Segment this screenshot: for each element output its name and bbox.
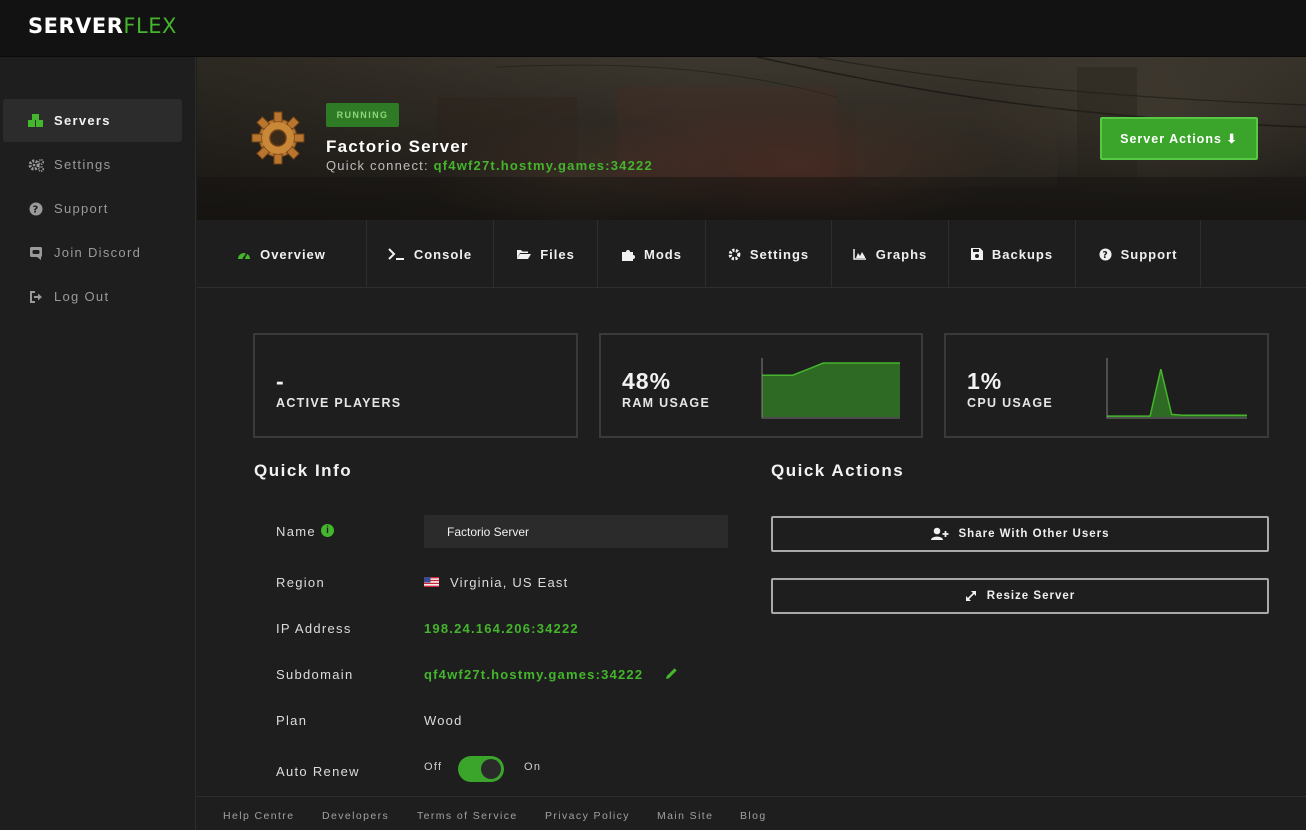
factorio-gear-icon [251,111,305,165]
user-plus-icon [930,527,949,541]
folder-open-icon [516,248,532,260]
server-tabs: Overview Console Files Mods Settings Gra… [197,220,1306,288]
toggle-knob [481,759,501,779]
footer-link-terms[interactable]: Terms of Service [417,810,518,822]
footer-link-main-site[interactable]: Main Site [657,810,713,822]
ram-usage-value: 48% [622,368,672,394]
question-circle-icon: ? [28,202,44,216]
puzzle-icon [621,247,636,261]
toggle-off-label: Off [424,761,443,773]
tab-files[interactable]: Files [494,220,598,288]
terminal-icon [388,248,405,260]
sidebar-item-label: Support [54,201,109,216]
cpu-usage-label: CPU USAGE [967,396,1054,410]
ip-address-value[interactable]: 198.24.164.206:34222 [424,621,579,636]
active-players-value: - [276,368,285,394]
subdomain-value[interactable]: qf4wf27t.hostmy.games:34222 [424,667,643,682]
cubes-icon [28,113,44,128]
region-value: Virginia, US East [450,575,569,590]
plan-label: Plan [276,713,308,728]
server-title: Factorio Server [326,137,469,156]
ram-usage-card: 48% RAM USAGE [599,333,923,438]
top-bar: SERVERFLEX [0,0,1306,57]
tab-console[interactable]: Console [367,220,494,288]
sidebar-item-log-out[interactable]: Log Out [3,275,182,318]
share-with-users-button[interactable]: Share With Other Users [771,516,1269,552]
server-actions-button[interactable]: Server Actions ⬇ [1100,117,1258,160]
save-icon [970,248,983,260]
name-label: Name [276,524,316,539]
sidebar-item-settings[interactable]: Settings [3,143,182,186]
footer-link-developers[interactable]: Developers [322,810,389,822]
footer-link-privacy[interactable]: Privacy Policy [545,810,630,822]
sidebar-item-support[interactable]: ? Support [3,187,182,230]
quick-connect-address[interactable]: qf4wf27t.hostmy.games:34222 [434,158,653,173]
sidebar: Servers Settings ? Support Join Discord … [0,57,196,830]
us-flag-icon [424,577,439,587]
footer-link-help-centre[interactable]: Help Centre [223,810,294,822]
quick-connect-label: Quick connect: [326,158,429,173]
tab-support[interactable]: ? Support [1076,220,1201,288]
tab-backups[interactable]: Backups [949,220,1076,288]
server-name-input[interactable] [424,515,728,548]
subdomain-label: Subdomain [276,667,354,682]
plan-value: Wood [424,713,463,728]
ram-usage-label: RAM USAGE [622,396,711,410]
toggle-on-label: On [524,761,542,773]
svg-text:?: ? [32,204,39,215]
tab-graphs[interactable]: Graphs [832,220,949,288]
auto-renew-label: Auto Renew [276,764,360,779]
cpu-spark-line [1107,368,1247,417]
ip-address-label: IP Address [276,621,352,636]
active-players-label: ACTIVE PLAYERS [276,396,402,410]
tab-settings[interactable]: Settings [706,220,832,288]
ram-usage-sparkline [761,358,900,419]
quick-info-title: Quick Info [254,461,353,480]
sidebar-item-join-discord[interactable]: Join Discord [3,231,182,274]
quick-connect: Quick connect: qf4wf27t.hostmy.games:342… [326,158,653,173]
area-chart-icon [852,248,867,260]
cpu-usage-value: 1% [967,368,1003,394]
discord-icon [28,246,44,260]
sidebar-item-label: Join Discord [54,245,142,260]
resize-server-button[interactable]: Resize Server [771,578,1269,614]
cpu-spark-axis [1106,358,1247,419]
ram-spark-area [762,363,900,417]
cogs-icon [28,158,44,172]
pencil-icon[interactable] [665,667,678,680]
cpu-spark-area [1107,369,1247,417]
question-circle-icon: ? [1099,247,1112,261]
sign-out-icon [28,290,44,304]
tab-overview[interactable]: Overview [197,220,367,288]
sidebar-item-label: Servers [54,113,111,128]
svg-text:?: ? [1102,249,1108,260]
sidebar-item-servers[interactable]: Servers [3,99,182,142]
cog-icon [728,248,741,261]
info-icon[interactable]: i [321,524,334,537]
auto-renew-toggle[interactable] [458,756,504,782]
expand-arrows-icon [965,590,977,602]
server-header-banner: RUNNING Factorio Server Quick connect: q… [197,57,1306,220]
status-badge: RUNNING [326,103,399,127]
cpu-usage-sparkline [1106,358,1247,419]
quick-actions-title: Quick Actions [771,461,905,480]
footer: Help Centre Developers Terms of Service … [197,796,1306,830]
active-players-card: - ACTIVE PLAYERS [253,333,578,438]
tachometer-icon [237,248,251,260]
tab-mods[interactable]: Mods [598,220,706,288]
region-label: Region [276,575,325,590]
footer-link-blog[interactable]: Blog [740,810,767,822]
sidebar-item-label: Settings [54,157,112,172]
serverflex-logo[interactable]: SERVERFLEX [28,14,177,38]
cpu-usage-card: 1% CPU USAGE [944,333,1269,438]
sidebar-item-label: Log Out [54,289,110,304]
